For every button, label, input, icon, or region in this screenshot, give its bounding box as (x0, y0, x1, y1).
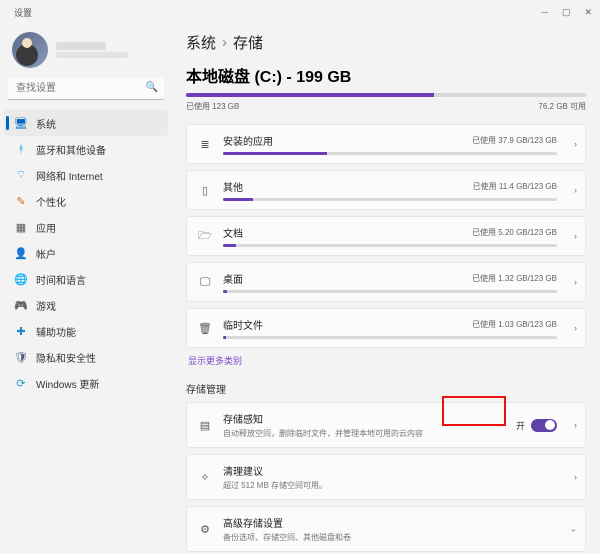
storage-sense-row[interactable]: ▤ 存储感知 自动释放空间，删除临时文件，并管理本地可用的云内容 开 › (186, 402, 586, 448)
show-more-categories[interactable]: 显示更多类别 (188, 354, 586, 367)
toggle-state-label: 开 (516, 419, 525, 432)
category-documents[interactable]: 🗁 文档已使用 5.20 GB/123 GB › (186, 216, 586, 256)
nav-gaming[interactable]: 🎮游戏 (4, 292, 168, 318)
chevron-right-icon: › (574, 139, 577, 149)
profile-name-redacted (56, 42, 106, 50)
nav-bluetooth[interactable]: ᚼ蓝牙和其他设备 (4, 136, 168, 162)
trash-icon: 🗑 (197, 322, 213, 335)
person-icon: 👤 (14, 246, 28, 260)
update-icon: ⟳ (14, 376, 28, 390)
nav-personalization[interactable]: ✎个性化 (4, 188, 168, 214)
breadcrumb-root[interactable]: 系统 (186, 32, 216, 53)
nav-windows-update[interactable]: ⟳Windows 更新 (4, 370, 168, 396)
disk-free-label: 76.2 GB 可用 (538, 101, 586, 112)
monitor-icon: 🖵 (197, 276, 213, 289)
nav-accounts[interactable]: 👤帐户 (4, 240, 168, 266)
window-close[interactable]: ✕ (584, 7, 592, 18)
brush-icon: ✎ (14, 194, 28, 208)
broom-icon: ✧ (197, 471, 213, 484)
nav-time-language[interactable]: 🌐时间和语言 (4, 266, 168, 292)
shield-icon: 🛡 (14, 350, 28, 364)
sdcard-icon: ▯ (197, 184, 213, 197)
storage-sense-toggle[interactable] (531, 419, 557, 432)
nav-network[interactable]: ⌔网络和 Internet (4, 162, 168, 188)
disk-usage-bar (186, 93, 586, 97)
cleanup-recommendations-row[interactable]: ✧ 清理建议 超过 512 MB 存储空间可用。 › (186, 454, 586, 500)
gear-icon: ⚙ (197, 523, 213, 536)
disk-used-label: 已使用 123 GB (186, 101, 239, 112)
avatar (12, 32, 48, 68)
advanced-storage-row[interactable]: ⚙ 高级存储设置 备份选项、存储空间、其他磁盘和卷 ⌄ (186, 506, 586, 552)
user-profile[interactable] (4, 28, 168, 78)
bluetooth-icon: ᚼ (14, 142, 28, 156)
profile-email-redacted (56, 52, 128, 58)
search-icon: 🔍 (146, 82, 158, 93)
breadcrumb: 系统 › 存储 (186, 32, 586, 53)
category-other[interactable]: ▯ 其他已使用 11.4 GB/123 GB › (186, 170, 586, 210)
storage-icon: ▤ (197, 419, 213, 432)
chevron-right-icon: › (574, 185, 577, 195)
storage-management-heading: 存储管理 (186, 381, 586, 396)
chevron-right-icon: › (574, 420, 577, 430)
category-desktop[interactable]: 🖵 桌面已使用 1.32 GB/123 GB › (186, 262, 586, 302)
chevron-right-icon: › (574, 323, 577, 333)
nav-apps[interactable]: ▦应用 (4, 214, 168, 240)
breadcrumb-page: 存储 (233, 32, 263, 53)
chevron-right-icon: › (574, 277, 577, 287)
category-installed-apps[interactable]: ≣ 安装的应用已使用 37.9 GB/123 GB › (186, 124, 586, 164)
globe-clock-icon: 🌐 (14, 272, 28, 286)
nav-accessibility[interactable]: ✚辅助功能 (4, 318, 168, 344)
list-icon: ≣ (197, 138, 213, 151)
chevron-right-icon: › (574, 472, 577, 482)
grid-icon: ▦ (14, 220, 28, 234)
chevron-right-icon: › (574, 231, 577, 241)
chevron-right-icon: › (222, 34, 227, 51)
category-temp-files[interactable]: 🗑 临时文件已使用 1.03 GB/123 GB › (186, 308, 586, 348)
system-icon: 🖥 (14, 116, 28, 130)
disk-title: 本地磁盘 (C:) - 199 GB (186, 63, 586, 87)
search-input[interactable] (8, 78, 164, 100)
window-title: 设置 (8, 6, 32, 19)
folder-icon: 🗁 (197, 227, 213, 246)
gamepad-icon: 🎮 (14, 298, 28, 312)
window-maximize[interactable]: ▢ (562, 7, 571, 18)
window-minimize[interactable]: ─ (542, 7, 548, 18)
chevron-down-icon: ⌄ (569, 524, 577, 535)
accessibility-icon: ✚ (14, 324, 28, 338)
wifi-icon: ⌔ (14, 168, 28, 182)
nav-system[interactable]: 🖥系统 (4, 110, 168, 136)
nav-privacy[interactable]: 🛡隐私和安全性 (4, 344, 168, 370)
